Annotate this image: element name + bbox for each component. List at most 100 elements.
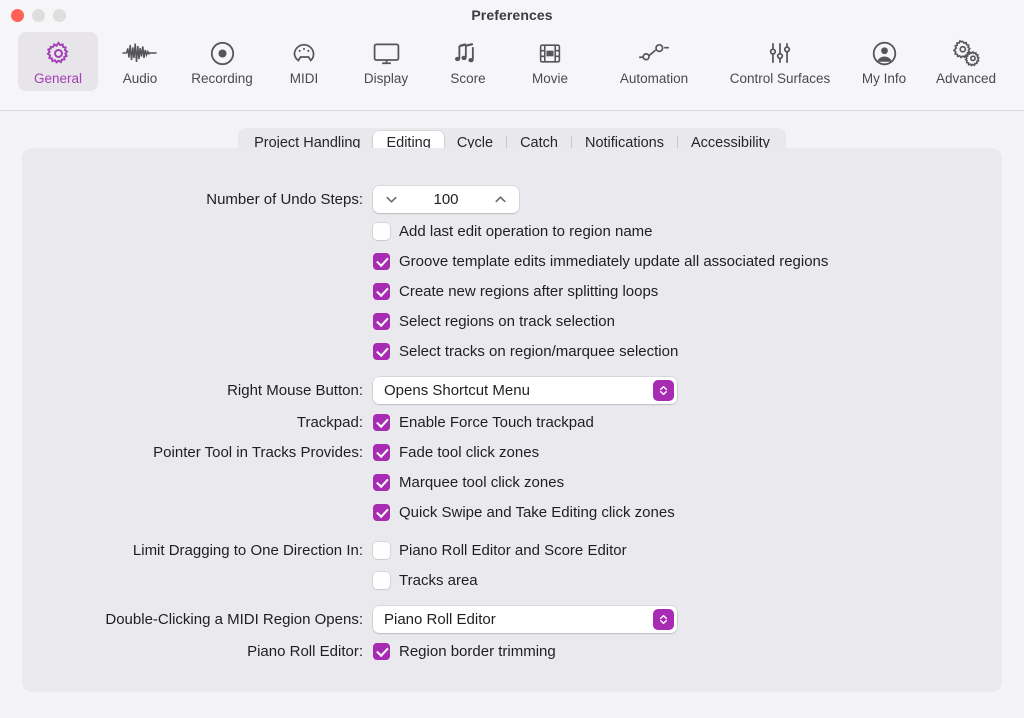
- toolbar-item-label: Automation: [619, 71, 689, 86]
- checkbox-label: Marquee tool click zones: [399, 473, 565, 491]
- up-down-chevron-icon[interactable]: [653, 609, 674, 630]
- gear-icon: [45, 38, 72, 68]
- toolbar-item-label: Display: [363, 71, 409, 86]
- automation-nodes-icon: [637, 38, 671, 68]
- checkbox-create-new-regions[interactable]: Create new regions after splitting loops: [373, 282, 659, 300]
- checkbox-box[interactable]: [373, 312, 390, 330]
- toolbar-item-score[interactable]: Score: [428, 32, 508, 91]
- checkbox-box[interactable]: [373, 342, 390, 360]
- checkbox-groove-template-edits[interactable]: Groove template edits immediately update…: [373, 252, 829, 270]
- window-titlebar: Preferences: [0, 0, 1024, 32]
- toolbar-item-audio[interactable]: Audio: [100, 32, 180, 91]
- row-trackpad: Trackpad: Enable Force Touch trackpad: [22, 410, 1002, 434]
- undo-steps-label: Number of Undo Steps:: [206, 191, 363, 208]
- double-click-midi-popup[interactable]: Piano Roll Editor: [373, 606, 677, 633]
- toolbar-item-general[interactable]: General: [18, 32, 98, 91]
- toolbar-item-label: Audio: [122, 71, 158, 86]
- checkbox-enable-force-touch-trackpad[interactable]: Enable Force Touch trackpad: [373, 413, 594, 431]
- right-mouse-button-popup[interactable]: Opens Shortcut Menu: [373, 377, 677, 404]
- preferences-toolbar: General Audio Recording MIDI Display Sco…: [0, 32, 1024, 111]
- checkbox-box[interactable]: [373, 443, 390, 461]
- checkbox-label: Region border trimming: [399, 642, 556, 660]
- popup-value: Opens Shortcut Menu: [384, 382, 530, 399]
- row-select-regions: Select regions on track selection: [22, 309, 1002, 333]
- double-gear-icon: [951, 38, 981, 68]
- checkbox-label: Fade tool click zones: [399, 443, 540, 461]
- checkbox-box[interactable]: [373, 473, 390, 491]
- toolbar-item-label: Score: [450, 71, 486, 86]
- row-limit-dragging-tracks-area: Tracks area: [22, 568, 1002, 592]
- midi-connector-icon: [291, 38, 317, 68]
- toolbar-item-display[interactable]: Display: [346, 32, 426, 91]
- checkbox-select-tracks-on-region-marquee[interactable]: Select tracks on region/marquee selectio…: [373, 342, 679, 360]
- pointer-tool-label: Pointer Tool in Tracks Provides:: [153, 443, 363, 461]
- record-circle-icon: [209, 38, 236, 68]
- row-pointer-tool-marquee: Marquee tool click zones: [22, 470, 1002, 494]
- piano-roll-editor-label: Piano Roll Editor:: [247, 642, 363, 660]
- row-groove-template-edits: Groove template edits immediately update…: [22, 249, 1002, 273]
- checkbox-box[interactable]: [373, 541, 390, 559]
- monitor-icon: [372, 38, 401, 68]
- checkbox-marquee-tool-click-zones[interactable]: Marquee tool click zones: [373, 473, 565, 491]
- toolbar-item-label: Advanced: [935, 71, 997, 86]
- trackpad-label: Trackpad:: [296, 413, 363, 431]
- double-click-midi-label: Double-Clicking a MIDI Region Opens:: [105, 611, 363, 628]
- checkbox-select-regions-on-track-selection[interactable]: Select regions on track selection: [373, 312, 615, 330]
- toolbar-item-label: Recording: [191, 71, 253, 86]
- row-double-click-midi-region: Double-Clicking a MIDI Region Opens: Pia…: [22, 606, 1002, 633]
- row-create-new-regions: Create new regions after splitting loops: [22, 279, 1002, 303]
- popup-value: Piano Roll Editor: [384, 611, 496, 628]
- toolbar-item-label: Control Surfaces: [729, 71, 831, 86]
- toolbar-item-midi[interactable]: MIDI: [264, 32, 344, 91]
- checkbox-label: Add last edit operation to region name: [399, 222, 653, 240]
- checkbox-tracks-area[interactable]: Tracks area: [373, 571, 478, 589]
- checkbox-quick-swipe-take-editing-click-zones[interactable]: Quick Swipe and Take Editing click zones: [373, 503, 675, 521]
- checkbox-region-border-trimming[interactable]: Region border trimming: [373, 642, 556, 660]
- toolbar-item-label: MIDI: [289, 71, 319, 86]
- row-pointer-tool-fade: Pointer Tool in Tracks Provides: Fade to…: [22, 440, 1002, 464]
- checkbox-label: Create new regions after splitting loops: [399, 282, 659, 300]
- waveform-icon: [122, 38, 158, 68]
- toolbar-item-label: Movie: [531, 71, 568, 86]
- checkbox-label: Piano Roll Editor and Score Editor: [399, 541, 627, 559]
- checkbox-box[interactable]: [373, 282, 390, 300]
- checkbox-label: Select tracks on region/marquee selectio…: [399, 342, 679, 360]
- checkbox-label: Quick Swipe and Take Editing click zones: [399, 503, 675, 521]
- checkbox-label: Select regions on track selection: [399, 312, 615, 330]
- person-circle-icon: [871, 38, 898, 68]
- toolbar-item-movie[interactable]: Movie: [510, 32, 590, 91]
- checkbox-add-last-edit-operation[interactable]: Add last edit operation to region name: [373, 222, 653, 240]
- row-right-mouse-button: Right Mouse Button: Opens Shortcut Menu: [22, 377, 1002, 404]
- checkbox-label: Groove template edits immediately update…: [399, 252, 829, 270]
- checkbox-box[interactable]: [373, 222, 390, 240]
- toolbar-item-recording[interactable]: Recording: [182, 32, 262, 91]
- checkbox-box[interactable]: [373, 503, 390, 521]
- right-mouse-button-label: Right Mouse Button:: [227, 382, 363, 399]
- undo-steps-stepper[interactable]: 100: [373, 186, 519, 213]
- toolbar-item-automation[interactable]: Automation: [592, 32, 716, 91]
- row-pointer-tool-quick-swipe: Quick Swipe and Take Editing click zones: [22, 500, 1002, 524]
- chevron-up-icon[interactable]: [493, 192, 508, 207]
- checkbox-label: Enable Force Touch trackpad: [399, 413, 594, 431]
- toolbar-item-my-info[interactable]: My Info: [844, 32, 924, 91]
- limit-dragging-label: Limit Dragging to One Direction In:: [132, 541, 363, 559]
- row-undo-steps: Number of Undo Steps: 100: [22, 186, 1002, 213]
- checkbox-box[interactable]: [373, 642, 390, 660]
- film-strip-icon: [537, 38, 563, 68]
- window-title: Preferences: [471, 7, 553, 23]
- checkbox-box[interactable]: [373, 252, 390, 270]
- toolbar-item-advanced[interactable]: Advanced: [926, 32, 1006, 91]
- checkbox-box[interactable]: [373, 413, 390, 431]
- up-down-chevron-icon[interactable]: [653, 380, 674, 401]
- checkbox-piano-roll-and-score-editor[interactable]: Piano Roll Editor and Score Editor: [373, 541, 627, 559]
- chevron-down-icon[interactable]: [384, 192, 399, 207]
- checkbox-box[interactable]: [373, 571, 390, 589]
- toolbar-item-control-surfaces[interactable]: Control Surfaces: [718, 32, 842, 91]
- row-select-tracks: Select tracks on region/marquee selectio…: [22, 339, 1002, 363]
- undo-steps-value: 100: [433, 191, 459, 208]
- music-notes-icon: [454, 38, 482, 68]
- row-add-last-edit-operation: Add last edit operation to region name: [22, 219, 1002, 243]
- checkbox-fade-tool-click-zones[interactable]: Fade tool click zones: [373, 443, 540, 461]
- toolbar-item-label: My Info: [861, 71, 907, 86]
- row-limit-dragging-piano-roll: Limit Dragging to One Direction In: Pian…: [22, 538, 1002, 562]
